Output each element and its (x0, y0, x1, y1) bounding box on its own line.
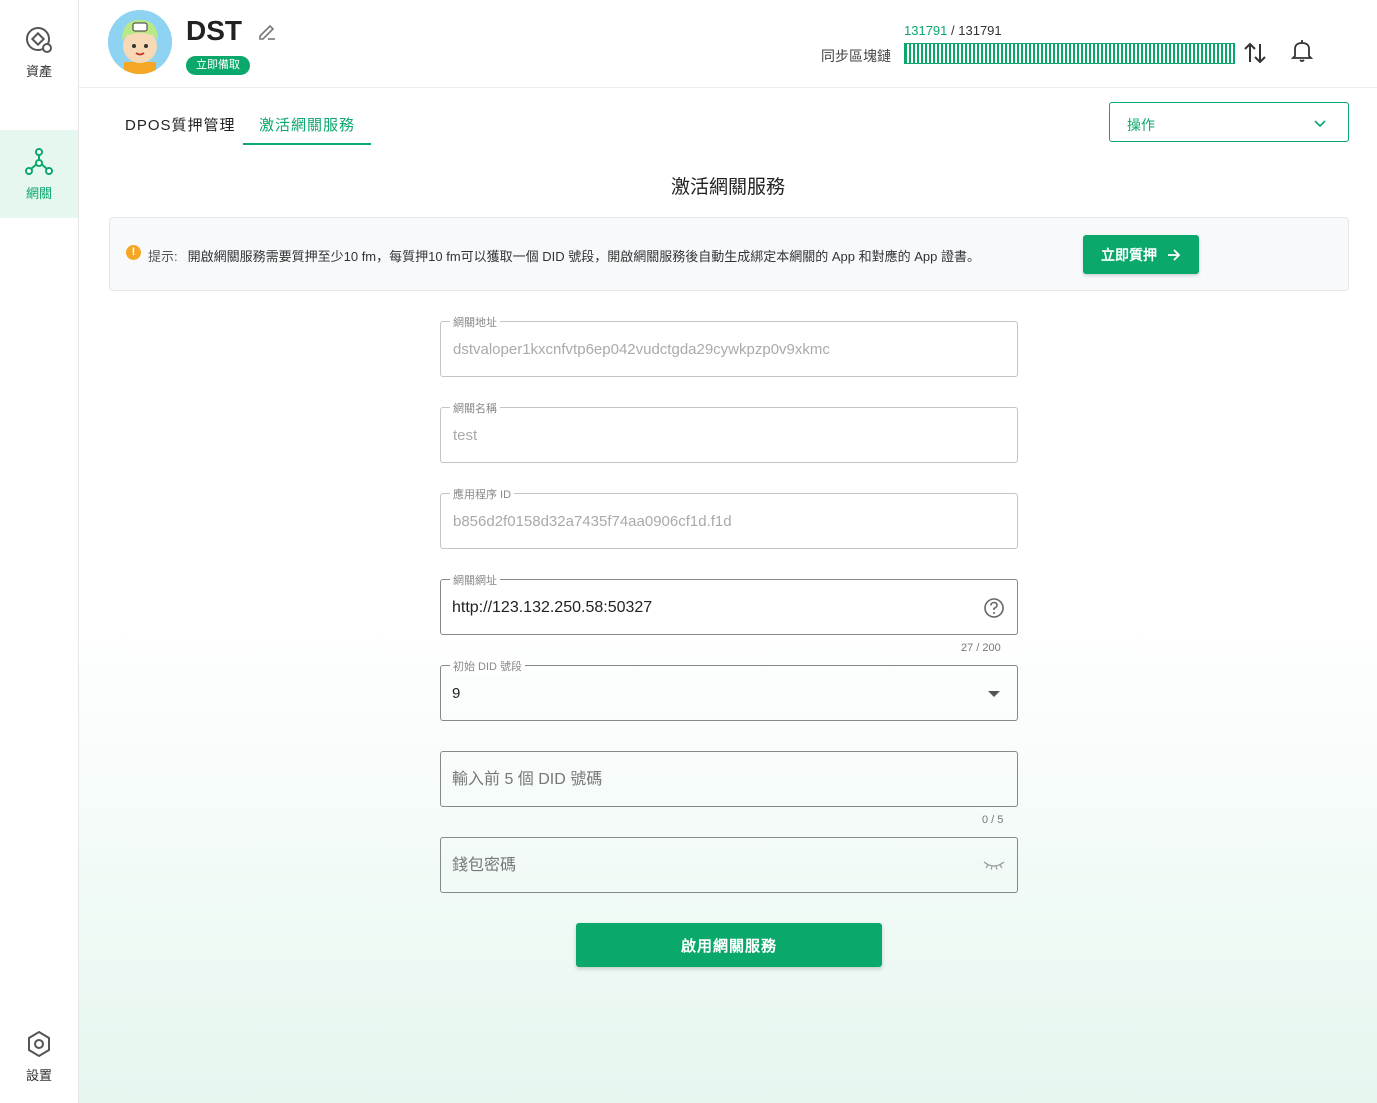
account-name: DST (186, 15, 242, 46)
gateway-url-input[interactable] (452, 597, 972, 619)
avatar[interactable] (108, 10, 172, 74)
pledge-now-label: 立即質押 (1101, 246, 1157, 263)
gateway-address-field: 網關地址 dstvaloper1kxcnfvtp6ep042vudctgda29… (440, 314, 1018, 377)
enable-gateway-button[interactable]: 啟用網關服務 (576, 923, 882, 967)
caret-down-icon[interactable] (988, 691, 1000, 697)
sidebar-item-label: 設置 (25, 1067, 52, 1083)
did-segment-select[interactable]: 初始 DID 號段 9 (440, 658, 1018, 721)
transfer-icon[interactable] (1242, 40, 1268, 66)
sync-current: 131791 (904, 23, 948, 38)
hint-text: 提示: 開啟網關服務需要質押至少10 fm，每質押10 fm可以獲取一個 DID … (148, 246, 980, 265)
field-label: 應用程序 ID (450, 486, 515, 502)
sync-progress-bar (904, 43, 1235, 64)
warning-icon: ! (126, 245, 141, 260)
assets-icon (26, 26, 52, 53)
gateway-address-value: dstvaloper1kxcnfvtp6ep042vudctgda29cywkp… (453, 341, 830, 358)
sync-progress-fill (905, 44, 1234, 63)
app-id-field: 應用程序 ID b856d2f0158d32a7435f74aa0906cf1d… (440, 486, 1018, 549)
avatar-icon (108, 10, 172, 74)
field-label: 網關地址 (450, 314, 500, 330)
wallet-password-input[interactable] (452, 855, 972, 877)
sidebar-item-gateway[interactable]: 網關 (0, 130, 78, 218)
gateway-name-field: 網關名稱 test (440, 400, 1018, 463)
backup-badge[interactable]: 立即備取 (186, 56, 250, 75)
bell-icon[interactable] (1289, 38, 1315, 64)
did-prefix-field[interactable] (440, 751, 1018, 807)
sync-counter: 131791 / 131791 (904, 23, 1002, 38)
did-segment-value: 9 (452, 685, 461, 702)
field-label: 網關名稱 (450, 400, 500, 416)
sidebar-item-settings[interactable]: 設置 (0, 1012, 78, 1100)
main-content: DST 立即備取 131791 / 131791 同步區塊鏈 DPOS質押管理 … (79, 0, 1377, 1103)
gateway-url-field[interactable]: 網關網址 (440, 572, 1018, 635)
sidebar: 資產 網關 設置 (0, 0, 79, 1103)
operations-select[interactable]: 操作 (1109, 102, 1349, 142)
hint-prefix: 提示: (148, 249, 178, 264)
sidebar-item-assets[interactable]: 資產 (0, 8, 78, 96)
did-prefix-counter: 0 / 5 (982, 814, 1004, 826)
sidebar-item-label: 網關 (25, 185, 52, 201)
eye-closed-icon[interactable] (983, 858, 1005, 872)
chevron-down-icon (1314, 120, 1326, 128)
did-prefix-input[interactable] (452, 769, 972, 791)
sync-separator: / (951, 23, 955, 38)
gateway-url-counter: 27 / 200 (961, 642, 1001, 654)
operations-select-label: 操作 (1127, 117, 1155, 133)
header: DST 立即備取 131791 / 131791 同步區塊鏈 (79, 0, 1377, 88)
wallet-password-field[interactable] (440, 837, 1018, 893)
sync-label: 同步區塊鏈 (821, 48, 891, 64)
edit-icon[interactable] (256, 22, 278, 44)
gateway-name-value: test (453, 427, 478, 444)
page-title: 激活網關服務 (670, 177, 785, 198)
hint-message: 開啟網關服務需要質押至少10 fm，每質押10 fm可以獲取一個 DID 號段，… (187, 249, 980, 264)
arrow-right-icon (1168, 248, 1181, 261)
sidebar-item-label: 資產 (25, 63, 52, 79)
hint-banner: ! 提示: 開啟網關服務需要質押至少10 fm，每質押10 fm可以獲取一個 DI… (109, 217, 1349, 291)
gateway-icon (25, 147, 53, 175)
field-label: 初始 DID 號段 (450, 658, 526, 674)
pledge-now-button[interactable]: 立即質押 (1083, 235, 1199, 274)
app-id-value: b856d2f0158d32a7435f74aa0906cf1d.f1d (453, 513, 732, 530)
field-label: 網關網址 (450, 572, 500, 588)
sync-total: 131791 (958, 23, 1002, 38)
help-icon[interactable] (983, 597, 1005, 619)
settings-icon (28, 1030, 50, 1057)
tab-dpos-staking[interactable]: DPOS質押管理 (109, 104, 252, 145)
tab-activate-gateway[interactable]: 激活網關服務 (243, 104, 372, 145)
